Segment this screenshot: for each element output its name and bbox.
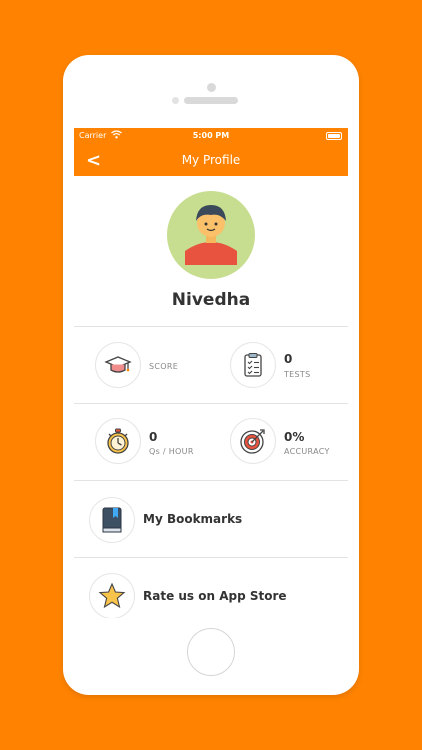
rate-icon-circle[interactable] xyxy=(89,573,135,618)
clipboard-checklist-icon xyxy=(244,353,262,377)
status-bar: Carrier 5:00 PM xyxy=(74,128,348,144)
page-title: My Profile xyxy=(181,153,241,167)
divider xyxy=(74,326,348,327)
app-screen: Carrier 5:00 PM < My Profile Nivedha SCO… xyxy=(74,128,348,618)
tests-icon-circle xyxy=(230,342,276,388)
score-label: SCORE xyxy=(149,362,179,371)
proximity-sensor xyxy=(172,97,179,104)
qs-hour-icon-circle xyxy=(95,418,141,464)
stopwatch-icon xyxy=(107,428,129,454)
star-icon xyxy=(98,582,126,609)
battery-icon xyxy=(326,132,342,140)
accuracy-label: ACCURACY xyxy=(284,447,330,456)
earpiece-speaker xyxy=(184,97,238,104)
user-name: Nivedha xyxy=(171,290,251,310)
menu-item-my-bookmarks[interactable]: My Bookmarks xyxy=(143,512,242,526)
qs-hour-value: 0 xyxy=(149,430,158,444)
qs-hour-label: Qs / HOUR xyxy=(149,447,194,456)
menu-item-rate-app[interactable]: Rate us on App Store xyxy=(143,589,287,603)
home-button[interactable] xyxy=(187,628,235,676)
avatar xyxy=(167,191,255,279)
status-time: 5:00 PM xyxy=(192,131,230,140)
divider xyxy=(74,480,348,481)
divider xyxy=(74,557,348,558)
front-camera xyxy=(207,83,216,92)
score-icon-circle xyxy=(95,342,141,388)
tests-label: TESTS xyxy=(284,370,311,379)
accuracy-icon-circle xyxy=(230,418,276,464)
accuracy-value: 0% xyxy=(284,430,305,444)
target-icon xyxy=(240,429,265,454)
bookmark-book-icon xyxy=(102,507,122,533)
divider xyxy=(74,403,348,404)
bookmarks-icon-circle[interactable] xyxy=(89,497,135,543)
tests-value: 0 xyxy=(284,352,293,366)
nav-bar: < My Profile xyxy=(74,144,348,176)
graduation-cap-icon xyxy=(104,356,132,373)
